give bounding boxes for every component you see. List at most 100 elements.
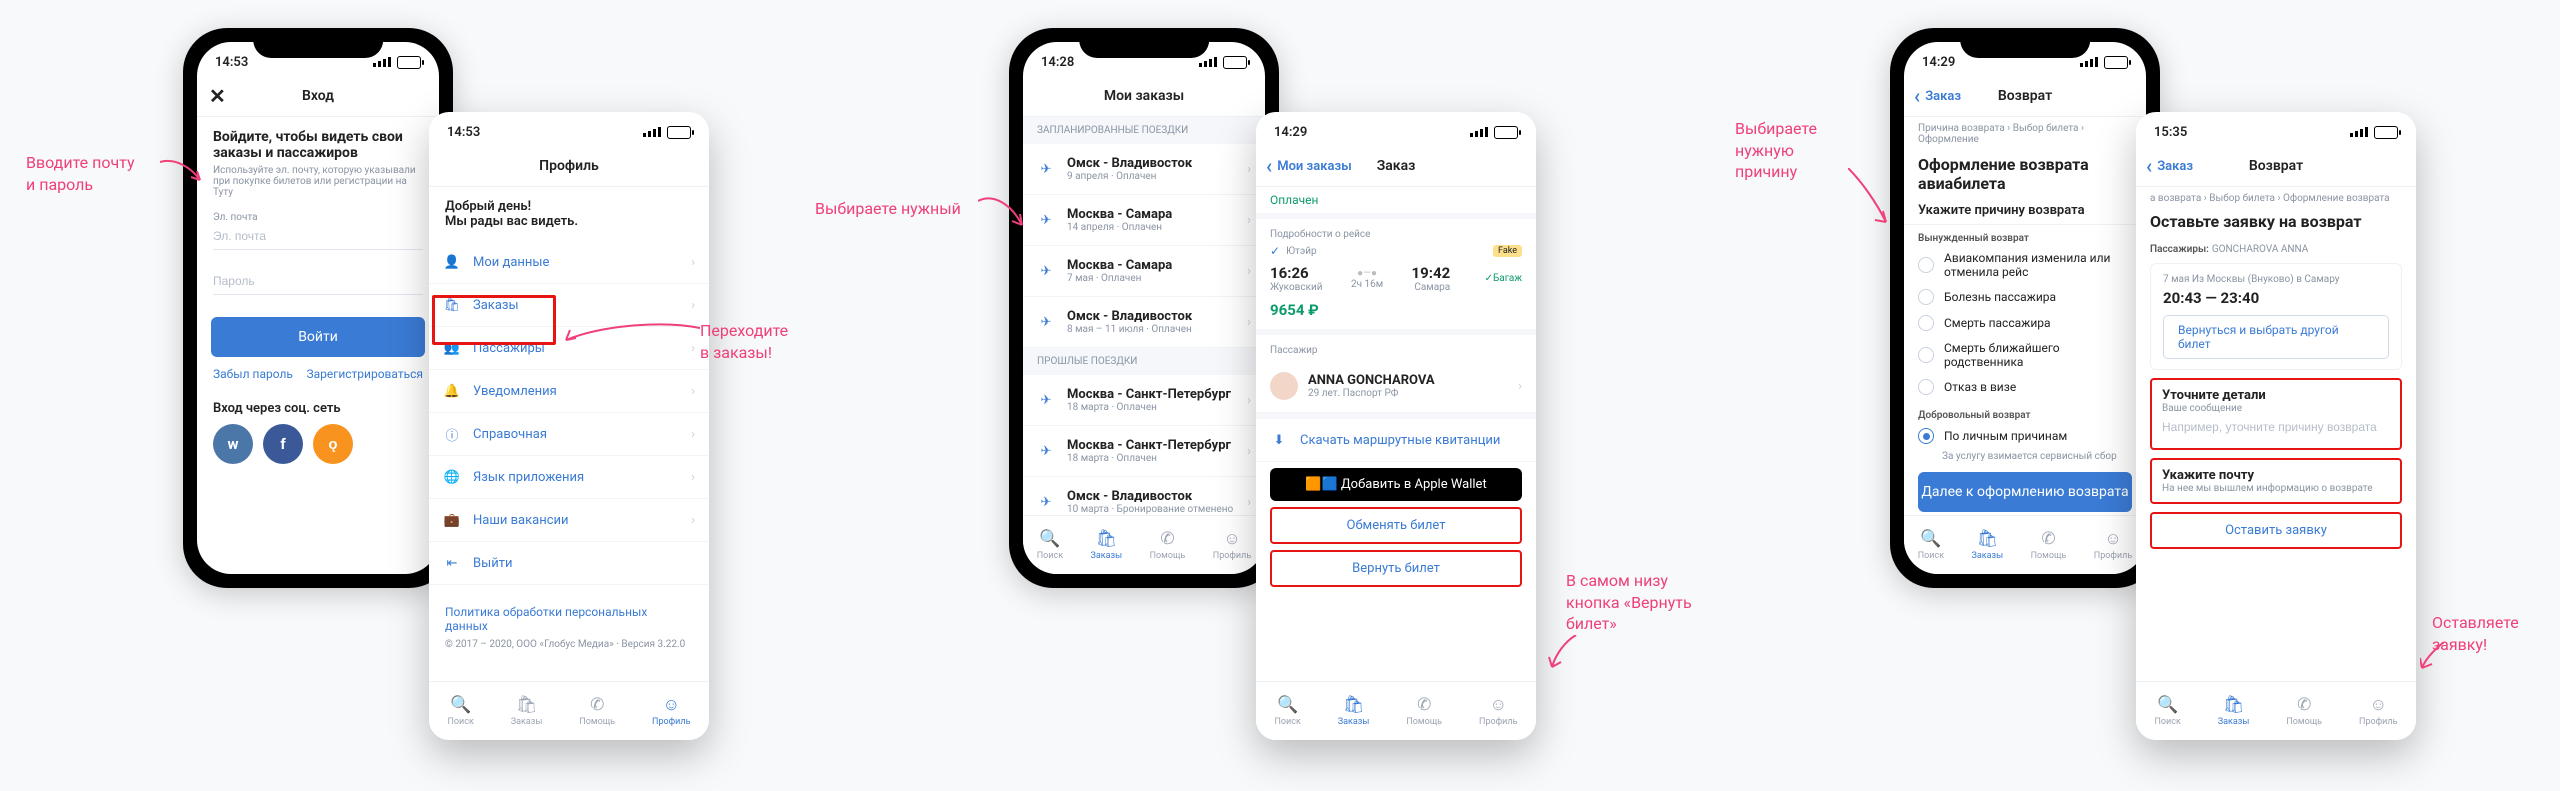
tab-search[interactable]: 🔍Поиск xyxy=(1274,695,1300,727)
airline-icon: ✓ xyxy=(1270,244,1280,258)
submit-button[interactable]: Оставить заявку xyxy=(2150,512,2402,549)
tab-help[interactable]: ✆Помощь xyxy=(579,695,615,727)
search-icon: 🔍 xyxy=(2157,695,2178,715)
download-icon: ⬇ xyxy=(1270,431,1288,449)
reason-option-selected[interactable]: По личным причинам xyxy=(1904,423,2146,449)
plane-icon: ✈ xyxy=(1037,493,1055,511)
annotation-submit: Оставляете заявку! xyxy=(2432,612,2519,655)
passenger-row[interactable]: ANNA GONCHAROVA29 лет. Паспорт РФ › xyxy=(1256,360,1536,413)
tabbar: 🔍Поиск 🛍Заказы ✆Помощь ☺Профиль xyxy=(1904,515,2146,574)
tab-orders[interactable]: 🛍Заказы xyxy=(1091,529,1123,561)
signal-icon xyxy=(373,57,391,67)
apple-wallet-button[interactable]: 🟧🟦 Добавить в Apple Wallet xyxy=(1270,468,1522,501)
signal-icon xyxy=(1470,127,1488,137)
tab-help[interactable]: ✆Помощь xyxy=(1150,529,1186,561)
change-ticket-button[interactable]: Вернуться и выбрать другой билет xyxy=(2163,315,2389,359)
tab-help[interactable]: ✆Помощь xyxy=(2286,695,2322,727)
policy-link[interactable]: Политика обработки персональных данных xyxy=(429,585,709,635)
status-time: 15:35 xyxy=(2154,125,2187,140)
menu-my-data[interactable]: 👤Мои данные› xyxy=(429,241,709,284)
status-time: 14:53 xyxy=(215,55,248,70)
status-time: 14:29 xyxy=(1922,55,1955,70)
request-title: Возврат xyxy=(2249,158,2303,174)
reason-option[interactable]: Авиакомпания изменила или отменила рейс xyxy=(1918,246,2132,284)
trip-row[interactable]: ✈Омск - Владивосток9 апреля · Оплачен› xyxy=(1023,144,1265,195)
profile-icon: ☺ xyxy=(2370,695,2387,715)
info-icon: ⓘ xyxy=(443,425,461,443)
reason-option[interactable]: Смерть ближайшего родственника xyxy=(1918,336,2132,374)
plane-icon: ✈ xyxy=(1037,442,1055,460)
signin-button[interactable]: Войти xyxy=(211,317,425,357)
download-receipts[interactable]: ⬇Скачать маршрутные квитанции xyxy=(1256,419,1536,462)
close-icon[interactable]: ✕ xyxy=(209,84,226,108)
breadcrumb: Причина возврата › Выбор билета › Оформл… xyxy=(1904,117,2146,151)
duration: ●—●2ч 16м xyxy=(1351,268,1383,290)
fb-icon[interactable]: f xyxy=(263,424,303,464)
plane-icon: ✈ xyxy=(1037,391,1055,409)
tabbar: 🔍Поиск 🛍Заказы ✆Помощь ☺Профиль xyxy=(2136,681,2416,740)
trip-row[interactable]: ✈Москва - Санкт-Петербург18 марта · Опла… xyxy=(1023,375,1265,426)
menu-notifications[interactable]: 🔔Уведомления› xyxy=(429,370,709,413)
signal-icon xyxy=(1199,57,1217,67)
tab-orders[interactable]: 🛍Заказы xyxy=(1972,529,2004,561)
trip-row[interactable]: ✈Москва - Самара14 апреля · Оплачен› xyxy=(1023,195,1265,246)
order-title: Заказ xyxy=(1377,158,1416,174)
tab-search[interactable]: 🔍Поиск xyxy=(2154,695,2180,727)
detail-box-label: Ваше сообщение xyxy=(2162,403,2390,414)
back-link[interactable]: Заказ xyxy=(2146,154,2193,178)
airline-name: Ютэйр xyxy=(1286,246,1317,257)
password-input[interactable] xyxy=(213,268,423,295)
ok-icon[interactable]: ǫ xyxy=(313,424,353,464)
detail-input[interactable] xyxy=(2162,414,2390,440)
tab-orders[interactable]: 🛍Заказы xyxy=(511,695,543,727)
request-heading: Оставьте заявку на возврат xyxy=(2136,210,2416,233)
tab-profile[interactable]: ☺Профиль xyxy=(1213,529,1251,561)
tab-help[interactable]: ✆Помощь xyxy=(2031,529,2067,561)
tab-orders[interactable]: 🛍Заказы xyxy=(2218,695,2250,727)
email-input[interactable] xyxy=(213,223,423,250)
tab-search[interactable]: 🔍Поиск xyxy=(1037,529,1063,561)
arr-time: 19:42 xyxy=(1412,264,1451,282)
forgot-link[interactable]: Забыл пароль xyxy=(213,367,293,381)
phone-icon: ✆ xyxy=(1417,695,1431,715)
menu-logout[interactable]: ⇤Выйти xyxy=(429,542,709,585)
trip-row[interactable]: ✈Омск - Владивосток8 мая – 11 июля · Опл… xyxy=(1023,297,1265,348)
tab-profile[interactable]: ☺Профиль xyxy=(652,695,690,727)
reason-option[interactable]: Болезнь пассажира xyxy=(1918,284,2132,310)
back-link[interactable]: Заказ xyxy=(1914,84,1961,108)
search-icon: 🔍 xyxy=(1920,529,1941,549)
register-link[interactable]: Зарегистрироваться xyxy=(307,367,423,381)
bag-icon: 🛍 xyxy=(516,695,538,715)
reason-prompt: Укажите причину возврата xyxy=(1904,197,2146,225)
breadcrumb: а возврата › Выбор билета › Оформление в… xyxy=(2136,187,2416,210)
back-link[interactable]: Мои заказы xyxy=(1266,154,1352,178)
tab-orders[interactable]: 🛍Заказы xyxy=(1338,695,1370,727)
menu-help[interactable]: ⓘСправочная› xyxy=(429,413,709,456)
tab-search[interactable]: 🔍Поиск xyxy=(447,695,473,727)
tab-profile[interactable]: ☺Профиль xyxy=(1479,695,1517,727)
menu-language[interactable]: 🌐Язык приложения› xyxy=(429,456,709,499)
profile-icon: ☺ xyxy=(1490,695,1507,715)
tabbar: 🔍Поиск 🛍Заказы ✆Помощь ☺Профиль xyxy=(1023,515,1265,574)
tab-search[interactable]: 🔍Поиск xyxy=(1918,529,1944,561)
reason-option[interactable]: Отказ в визе xyxy=(1918,374,2132,400)
tab-profile[interactable]: ☺Профиль xyxy=(2359,695,2397,727)
reason-option[interactable]: Смерть пассажира xyxy=(1918,310,2132,336)
vk-icon[interactable]: w xyxy=(213,424,253,464)
profile-card: 14:53 Профиль Добрый день! Мы рады вас в… xyxy=(429,112,709,740)
trip-row[interactable]: ✈Москва - Санкт-Петербург18 марта · Опла… xyxy=(1023,426,1265,477)
battery-icon xyxy=(397,56,421,69)
menu-jobs[interactable]: 💼Наши вакансии› xyxy=(429,499,709,542)
battery-icon xyxy=(1223,56,1247,69)
phone-orders: 14:28 Мои заказы ЗАПЛАНИРОВАННЫЕ ПОЕЗДКИ… xyxy=(1009,28,1279,588)
exchange-button[interactable]: Обменять билет xyxy=(1270,507,1522,544)
phone-icon: ✆ xyxy=(590,695,604,715)
tabbar: 🔍Поиск 🛍Заказы ✆Помощь ☺Профиль xyxy=(429,681,709,740)
next-button[interactable]: Далее к оформлению возврата xyxy=(1918,472,2132,512)
tab-help[interactable]: ✆Помощь xyxy=(1406,695,1442,727)
trip-row[interactable]: ✈Москва - Самара7 мая · Оплачен› xyxy=(1023,246,1265,297)
tab-profile[interactable]: ☺Профиль xyxy=(2094,529,2132,561)
profile-icon: ☺ xyxy=(1223,529,1240,549)
return-button[interactable]: Вернуть билет xyxy=(1270,550,1522,587)
signal-icon xyxy=(2080,57,2098,67)
